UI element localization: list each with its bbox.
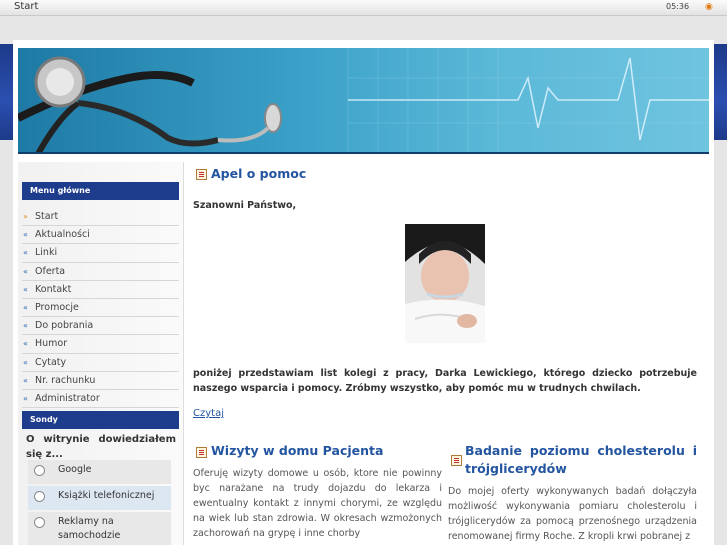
- rss-icon[interactable]: ◉: [705, 2, 713, 12]
- window-title: Start: [14, 1, 39, 12]
- main-menu-header: Menu główne: [22, 182, 179, 200]
- title-bar: Start 05:36 ◉: [0, 0, 727, 16]
- cholesterol-title[interactable]: Badanie poziomu cholesterolu i trójglice…: [465, 442, 697, 478]
- clock: 05:36: [666, 2, 690, 11]
- greeting: Szanowni Państwo,: [193, 200, 297, 211]
- visits-text: Oferuję wizyty domowe u osób, ktore nie …: [193, 468, 442, 539]
- poll-option-google[interactable]: Google: [28, 460, 171, 484]
- menu-item-aktualnosci[interactable]: «Aktualności: [22, 226, 179, 245]
- menu-item-kontakt[interactable]: «Kontakt: [22, 281, 179, 299]
- arrow-bullet-icon: «: [23, 266, 28, 276]
- read-more-link[interactable]: Czytaj: [193, 408, 224, 419]
- arrow-bullet-icon: «: [23, 375, 28, 385]
- menu-item-oferta[interactable]: «Oferta: [22, 263, 179, 281]
- sidebar: Menu główne » Start «Aktualności «Linki «…: [18, 162, 184, 545]
- radio-button[interactable]: [34, 517, 45, 528]
- menu-item-cytaty[interactable]: «Cytaty: [22, 354, 179, 372]
- menu-item-humor[interactable]: «Humor: [22, 335, 179, 354]
- arrow-bullet-icon: «: [23, 339, 28, 349]
- arrow-bullet-icon: «: [23, 302, 28, 312]
- document-icon: [451, 455, 462, 466]
- main-content: Apel o pomoc Szanowni Państwo, poniżej p…: [193, 162, 709, 545]
- arrow-bullet-icon: «: [23, 248, 28, 258]
- menu-item-do-pobrania[interactable]: «Do pobrania: [22, 317, 179, 336]
- poll-option-car-ad[interactable]: Reklamy na samochodzie: [28, 512, 171, 545]
- radio-button[interactable]: [34, 465, 45, 476]
- child-photo: [405, 224, 485, 343]
- document-icon: [196, 447, 207, 458]
- right-decor-stripe: [714, 44, 727, 140]
- menu-item-administrator[interactable]: «Administrator: [22, 390, 179, 409]
- visits-title[interactable]: Wizyty w domu Pacjenta: [211, 442, 451, 460]
- poll-question: O witrynie dowiedziałem się z...: [26, 434, 176, 460]
- menu-item-linki[interactable]: «Linki: [22, 244, 179, 263]
- arrow-bullet-icon: «: [23, 393, 28, 403]
- menu-item-nr-rachunku[interactable]: «Nr. rachunku: [22, 372, 179, 390]
- arrow-bullet-icon: «: [23, 284, 28, 294]
- header-banner: [18, 48, 709, 154]
- article-title[interactable]: Apel o pomoc: [211, 166, 306, 181]
- article-paragraph: poniżej przedstawiam list kolegi z pracy…: [193, 368, 697, 394]
- arrow-bullet-icon: «: [23, 230, 28, 240]
- arrow-bullet-icon: »: [23, 212, 28, 221]
- left-decor-stripe: [0, 44, 13, 140]
- arrow-bullet-icon: «: [23, 357, 28, 367]
- poll-option-phonebook[interactable]: Książki telefonicznej: [28, 486, 171, 510]
- stethoscope-banner-image: [18, 48, 709, 152]
- arrow-bullet-icon: «: [23, 321, 28, 331]
- document-icon: [196, 169, 207, 180]
- main-menu: » Start «Aktualności «Linki «Oferta «Kont…: [22, 208, 179, 409]
- menu-item-start[interactable]: » Start: [22, 208, 179, 227]
- radio-button[interactable]: [34, 491, 45, 502]
- poll-header: Sondy: [22, 411, 179, 429]
- cholesterol-text: Do mojej oferty wykonywanych badań dołąc…: [448, 486, 697, 542]
- page-container: Menu główne » Start «Aktualności «Linki «…: [13, 40, 714, 545]
- menu-item-promocje[interactable]: «Promocje: [22, 299, 179, 318]
